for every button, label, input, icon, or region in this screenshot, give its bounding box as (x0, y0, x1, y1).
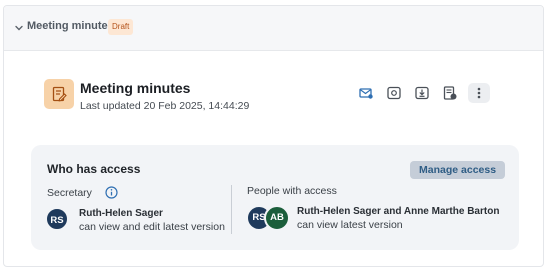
more-options-button[interactable] (468, 83, 490, 103)
status-badge: Draft (108, 19, 134, 35)
mail-icon (359, 88, 373, 99)
report-button[interactable] (440, 83, 460, 103)
divider (231, 185, 232, 234)
chevron-down-icon[interactable] (13, 22, 25, 34)
document-title: Meeting minutes (80, 80, 191, 96)
preview-button[interactable] (384, 83, 404, 103)
avatar: AB (264, 205, 290, 231)
download-button[interactable] (412, 83, 432, 103)
download-icon (415, 86, 429, 100)
panel-header[interactable]: Meeting minutes Draft (4, 6, 543, 51)
access-card: Who has access Manage access Secretary R… (31, 145, 519, 250)
people-permission: can view latest version (297, 219, 403, 231)
secretary-permission: can view and edit latest version (79, 221, 225, 233)
send-mail-button[interactable] (356, 83, 376, 103)
panel-title: Meeting minutes (27, 20, 114, 32)
secretary-name: Ruth-Helen Sager (79, 208, 163, 219)
manage-access-button[interactable]: Manage access (410, 161, 506, 179)
preview-icon (387, 86, 401, 100)
secretary-label: Secretary (47, 187, 92, 199)
last-updated-text: Last updated 20 Feb 2025, 14:44:29 (80, 100, 250, 112)
avatar: RS (45, 207, 69, 231)
info-icon[interactable] (105, 186, 118, 199)
people-with-access-label: People with access (247, 185, 337, 197)
access-title: Who has access (47, 162, 141, 176)
document-icon (44, 79, 74, 109)
more-icon (477, 87, 481, 99)
report-icon (443, 86, 457, 100)
people-names: Ruth-Helen Sager and Anne Marthe Barton (297, 206, 500, 217)
